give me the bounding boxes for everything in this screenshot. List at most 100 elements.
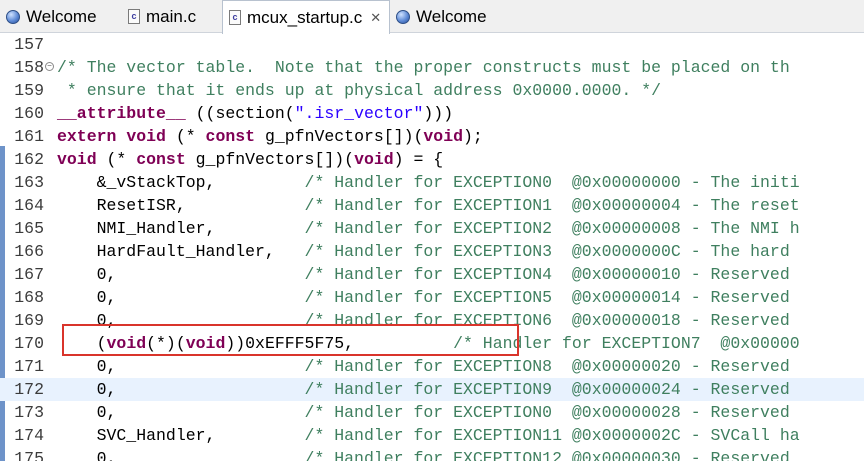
line-code: 0, /* Handler for EXCEPTION8 @0x00000020… xyxy=(57,355,790,378)
code-line[interactable]: 171 0, /* Handler for EXCEPTION8 @0x0000… xyxy=(0,355,864,378)
line-number: 162 xyxy=(14,150,44,169)
code-text: ((section( xyxy=(185,104,295,123)
keyword: extern xyxy=(57,127,117,146)
tab-welcome[interactable]: Welcome xyxy=(2,0,118,33)
code-text: &_vStackTop, xyxy=(57,173,305,192)
code-text: 0, xyxy=(57,403,305,422)
code-text: g_pfnVectors[])( xyxy=(255,127,424,146)
code-line[interactable]: 162 void (* const g_pfnVectors[])(void) … xyxy=(0,148,864,171)
code-line[interactable]: 157 xyxy=(0,33,864,56)
code-text: ) = { xyxy=(393,150,444,169)
code-line[interactable]: 163 &_vStackTop, /* Handler for EXCEPTIO… xyxy=(0,171,864,194)
code-line[interactable]: 158 − /* The vector table. Note that the… xyxy=(0,56,864,79)
line-number: 164 xyxy=(14,196,44,215)
line-number: 163 xyxy=(14,173,44,192)
code-line[interactable]: 166 HardFault_Handler, /* Handler for EX… xyxy=(0,240,864,263)
code-text: 0, xyxy=(57,380,305,399)
comment: /* Handler for EXCEPTION8 @0x00000020 - … xyxy=(304,357,790,376)
string-literal: ".isr_vector" xyxy=(294,104,424,123)
code-line[interactable]: 161 extern void (* const g_pfnVectors[])… xyxy=(0,125,864,148)
close-tab-icon[interactable]: ✕ xyxy=(370,10,381,26)
tab-label: mcux_startup.c xyxy=(247,7,363,27)
line-code: * ensure that it ends up at physical add… xyxy=(57,81,661,100)
code-text: 0, xyxy=(57,449,305,461)
code-line[interactable]: 165 NMI_Handler, /* Handler for EXCEPTIO… xyxy=(0,217,864,240)
line-number: 166 xyxy=(14,242,44,261)
tab-main-c[interactable]: c main.c xyxy=(122,0,220,33)
code-line[interactable]: 167 0, /* Handler for EXCEPTION4 @0x0000… xyxy=(0,263,864,286)
line-code: &_vStackTop, /* Handler for EXCEPTION0 @… xyxy=(57,171,800,194)
line-number: 161 xyxy=(14,127,44,146)
comment: /* Handler for EXCEPTION1 @0x00000004 - … xyxy=(304,196,800,215)
line-number: 169 xyxy=(14,311,44,330)
line-number: 167 xyxy=(14,265,44,284)
globe-icon xyxy=(396,9,410,24)
code-text: g_pfnVectors[])( xyxy=(185,150,355,169)
line-code: void (* const g_pfnVectors[])(void) = { xyxy=(57,148,443,171)
line-code: HardFault_Handler, /* Handler for EXCEPT… xyxy=(57,240,790,263)
keyword: void xyxy=(57,150,97,169)
code-text: 0, xyxy=(57,288,305,307)
code-line[interactable]: 164 ResetISR, /* Handler for EXCEPTION1 … xyxy=(0,194,864,217)
code-line[interactable]: 160 __attribute__ ((section(".isr_vector… xyxy=(0,102,864,125)
line-code: 0, /* Handler for EXCEPTION12 @0x0000003… xyxy=(57,447,790,461)
line-number: 175 xyxy=(14,449,44,461)
code-line[interactable]: 168 0, /* Handler for EXCEPTION5 @0x0000… xyxy=(0,286,864,309)
tab-welcome-2[interactable]: Welcome xyxy=(392,0,508,33)
code-text: ResetISR, xyxy=(57,196,305,215)
code-line[interactable]: 174 SVC_Handler, /* Handler for EXCEPTIO… xyxy=(0,424,864,447)
line-code: 0, /* Handler for EXCEPTION5 @0x00000014… xyxy=(57,286,790,309)
code-text: HardFault_Handler, xyxy=(57,242,305,261)
comment: /* Handler for EXCEPTION2 @0x00000008 - … xyxy=(304,219,800,238)
line-code: 0, /* Handler for EXCEPTION0 @0x00000028… xyxy=(57,401,790,424)
code-text: NMI_Handler, xyxy=(57,219,305,238)
comment: /* Handler for EXCEPTION4 @0x00000010 - … xyxy=(304,265,790,284)
line-code: extern void (* const g_pfnVectors[])(voi… xyxy=(57,125,483,148)
line-code: 0, /* Handler for EXCEPTION4 @0x00000010… xyxy=(57,263,790,286)
editor-tab-bar: Welcome c main.c c mcux_startup.c ✕ Welc… xyxy=(0,0,864,34)
code-line[interactable]: 159 * ensure that it ends up at physical… xyxy=(0,79,864,102)
tab-mcux-startup-c[interactable]: c mcux_startup.c ✕ xyxy=(222,0,390,34)
line-code: ResetISR, /* Handler for EXCEPTION1 @0x0… xyxy=(57,194,800,217)
c-file-icon: c xyxy=(128,9,140,24)
line-code: SVC_Handler, /* Handler for EXCEPTION11 … xyxy=(57,424,800,447)
line-number: 173 xyxy=(14,403,44,422)
keyword: const xyxy=(205,127,256,146)
line-number: 168 xyxy=(14,288,44,307)
code-text: ))) xyxy=(423,104,454,123)
keyword: __attribute__ xyxy=(57,104,186,123)
comment: /* Handler for EXCEPTION0 @0x00000028 - … xyxy=(304,403,790,422)
code-text: SVC_Handler, xyxy=(57,426,305,445)
tab-label: main.c xyxy=(146,6,197,26)
code-text: 0, xyxy=(57,357,305,376)
code-text: 0, xyxy=(57,265,305,284)
line-number: 171 xyxy=(14,357,44,376)
comment: /* Handler for EXCEPTION11 @0x0000002C -… xyxy=(304,426,800,445)
fold-toggle-icon[interactable]: − xyxy=(45,62,54,71)
keyword: void xyxy=(126,127,166,146)
comment: /* Handler for EXCEPTION12 @0x00000030 -… xyxy=(304,449,790,461)
globe-icon xyxy=(6,9,20,24)
code-editor[interactable]: 157 158 − /* The vector table. Note that… xyxy=(0,33,864,461)
code-text: (* xyxy=(165,127,206,146)
comment: /* Handler for EXCEPTION9 @0x00000024 - … xyxy=(304,380,790,399)
line-number: 174 xyxy=(14,426,44,445)
line-number: 160 xyxy=(14,104,44,123)
code-text: (* xyxy=(96,150,137,169)
line-number: 158 xyxy=(14,58,44,77)
line-code: NMI_Handler, /* Handler for EXCEPTION2 @… xyxy=(57,217,800,240)
code-text: ); xyxy=(463,127,483,146)
line-code: /* The vector table. Note that the prope… xyxy=(57,58,790,77)
comment: /* Handler for EXCEPTION5 @0x00000014 - … xyxy=(304,288,790,307)
highlight-annotation-box xyxy=(62,324,519,356)
code-line[interactable]: 173 0, /* Handler for EXCEPTION0 @0x0000… xyxy=(0,401,864,424)
keyword: void xyxy=(354,150,394,169)
line-code: 0, /* Handler for EXCEPTION9 @0x00000024… xyxy=(57,378,790,401)
line-code: __attribute__ ((section(".isr_vector"))) xyxy=(57,102,453,125)
tab-label: Welcome xyxy=(416,6,487,26)
c-file-icon: c xyxy=(229,10,241,25)
code-line-current[interactable]: 172 0, /* Handler for EXCEPTION9 @0x0000… xyxy=(0,378,864,401)
comment: /* Handler for EXCEPTION3 @0x0000000C - … xyxy=(304,242,790,261)
line-number: 157 xyxy=(14,35,44,54)
code-line[interactable]: 175 0, /* Handler for EXCEPTION12 @0x000… xyxy=(0,447,864,461)
